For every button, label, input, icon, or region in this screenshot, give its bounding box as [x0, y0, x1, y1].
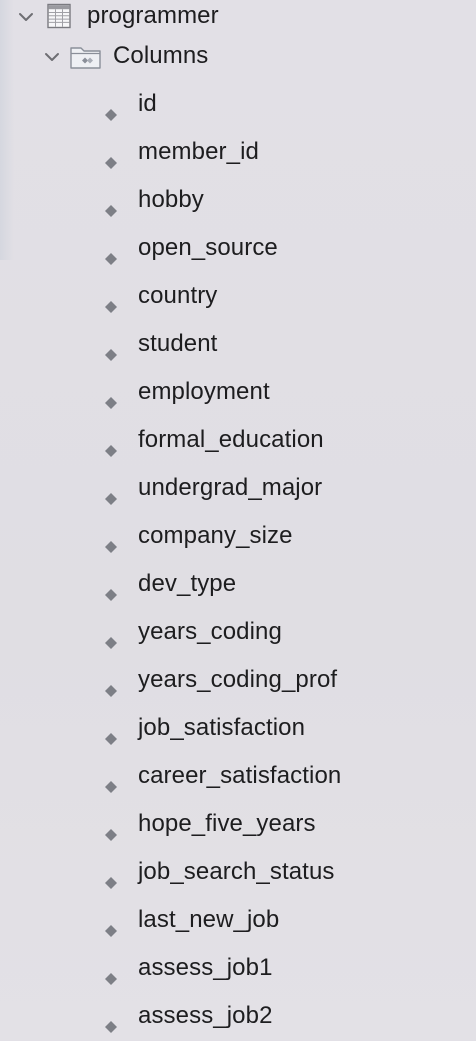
column-diamond-icon: [104, 869, 118, 889]
table-icon: [46, 3, 72, 29]
tree-node-column[interactable]: years_coding: [0, 608, 476, 656]
column-diamond-icon: [104, 773, 118, 793]
chevron-down-icon[interactable]: [16, 7, 36, 27]
column-name: company_size: [138, 522, 293, 549]
column-diamond-icon: [104, 581, 118, 601]
tree-node-column[interactable]: student: [0, 320, 476, 368]
column-diamond-icon: [104, 149, 118, 169]
column-name: job_search_status: [138, 858, 335, 885]
column-diamond-icon: [104, 197, 118, 217]
tree-node-column[interactable]: last_new_job: [0, 896, 476, 944]
column-name: years_coding_prof: [138, 666, 338, 693]
tree-node-table[interactable]: programmer: [0, 0, 476, 32]
tree-node-columns-folder[interactable]: Columns: [0, 32, 476, 80]
chevron-down-icon[interactable]: [42, 47, 62, 67]
column-name: formal_education: [138, 426, 324, 453]
tree-node-column[interactable]: assess_job2: [0, 992, 476, 1040]
tree-node-column[interactable]: country: [0, 272, 476, 320]
column-name: id: [138, 90, 157, 117]
column-diamond-icon: [104, 293, 118, 313]
tree-node-column[interactable]: hobby: [0, 176, 476, 224]
column-name: assess_job1: [138, 954, 273, 981]
column-diamond-icon: [104, 677, 118, 697]
tree-node-column[interactable]: undergrad_major: [0, 464, 476, 512]
column-name: assess_job2: [138, 1002, 273, 1029]
tree-node-column[interactable]: employment: [0, 368, 476, 416]
column-diamond-icon: [104, 821, 118, 841]
column-name: hobby: [138, 186, 204, 213]
column-name: last_new_job: [138, 906, 280, 933]
tree-node-column[interactable]: job_satisfaction: [0, 704, 476, 752]
column-diamond-icon: [104, 101, 118, 121]
tree-node-column[interactable]: open_source: [0, 224, 476, 272]
column-name: hope_five_years: [138, 810, 316, 837]
column-diamond-icon: [104, 245, 118, 265]
tree-node-column[interactable]: dev_type: [0, 560, 476, 608]
column-diamond-icon: [104, 485, 118, 505]
column-diamond-icon: [104, 917, 118, 937]
tree-node-column[interactable]: member_id: [0, 128, 476, 176]
column-name: years_coding: [138, 618, 282, 645]
column-name: dev_type: [138, 570, 237, 597]
tree-node-column[interactable]: assess_job1: [0, 944, 476, 992]
folder-icon: [69, 44, 103, 70]
table-name: programmer: [87, 2, 219, 29]
column-diamond-icon: [104, 1013, 118, 1033]
column-diamond-icon: [104, 341, 118, 361]
column-name: job_satisfaction: [138, 714, 306, 741]
column-name: member_id: [138, 138, 259, 165]
column-diamond-icon: [104, 533, 118, 553]
tree-node-column[interactable]: company_size: [0, 512, 476, 560]
column-diamond-icon: [104, 965, 118, 985]
column-name: country: [138, 282, 218, 309]
column-name: undergrad_major: [138, 474, 323, 501]
tree-node-column[interactable]: job_search_status: [0, 848, 476, 896]
column-list: id member_id hobby open_source country s…: [0, 80, 476, 1040]
tree-node-column[interactable]: id: [0, 80, 476, 128]
column-name: career_satisfaction: [138, 762, 342, 789]
folder-name: Columns: [113, 42, 209, 69]
schema-tree: programmer Columns id member_id hobby op…: [0, 0, 476, 1040]
column-name: open_source: [138, 234, 278, 261]
column-diamond-icon: [104, 389, 118, 409]
column-name: employment: [138, 378, 270, 405]
column-diamond-icon: [104, 629, 118, 649]
tree-node-column[interactable]: years_coding_prof: [0, 656, 476, 704]
column-name: student: [138, 330, 218, 357]
tree-node-column[interactable]: formal_education: [0, 416, 476, 464]
column-diamond-icon: [104, 725, 118, 745]
column-diamond-icon: [104, 437, 118, 457]
tree-node-column[interactable]: career_satisfaction: [0, 752, 476, 800]
tree-node-column[interactable]: hope_five_years: [0, 800, 476, 848]
